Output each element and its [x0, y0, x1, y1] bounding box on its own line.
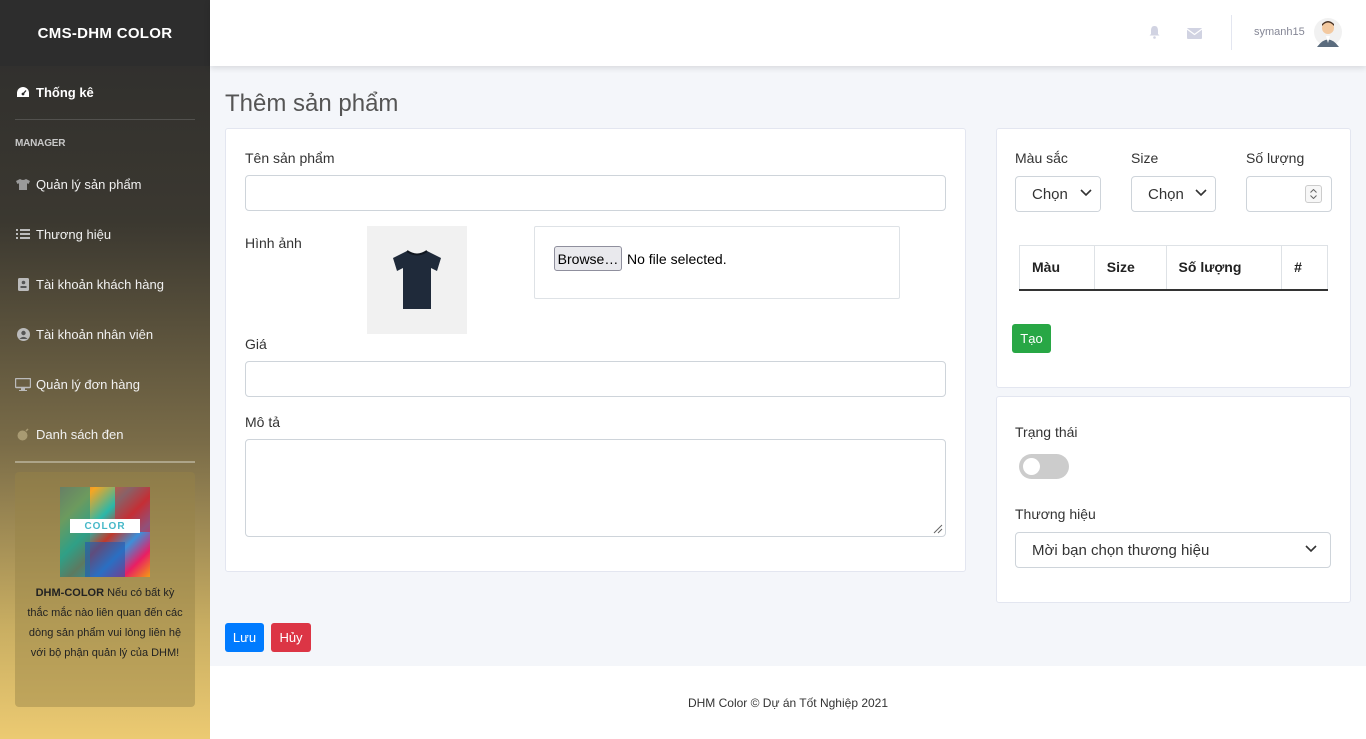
promo-logo: COLOR [70, 519, 140, 533]
sidebar: CMS-DHM COLOR Thống kê MANAGER Quản lý s… [0, 0, 210, 739]
save-button[interactable]: Lưu [225, 623, 264, 652]
tshirt-image [393, 250, 441, 309]
color-label: Màu sắc [1015, 150, 1068, 166]
browse-button[interactable]: Browse… [554, 246, 622, 271]
resize-handle-icon[interactable] [931, 522, 943, 534]
sidebar-item-blacklist[interactable]: Danh sách đen [0, 409, 210, 459]
file-status: No file selected. [627, 251, 727, 267]
sidebar-item-orders[interactable]: Quản lý đơn hàng [0, 359, 210, 409]
create-variant-button[interactable]: Tạo [1012, 324, 1051, 353]
sidebar-item-dashboard[interactable]: Thống kê [0, 66, 210, 119]
variant-table: Màu Size Số lượng # [1019, 245, 1328, 291]
cancel-button[interactable]: Hủy [271, 623, 311, 652]
promo-image: COLOR [60, 487, 150, 577]
sidebar-item-label: Thống kê [36, 85, 94, 100]
name-label: Tên sản phẩm [245, 150, 335, 166]
table-header-quantity: Số lượng [1165, 245, 1282, 291]
id-card-icon [15, 277, 31, 291]
avatar[interactable] [1314, 17, 1342, 47]
brand-select[interactable]: Mời bạn chọn thương hiệu [1015, 532, 1331, 568]
table-header-actions: # [1281, 245, 1328, 291]
sidebar-item-label: Danh sách đen [36, 426, 124, 442]
color-select[interactable]: Chọn màu [1015, 176, 1101, 212]
file-upload-box: Browse… No file selected. [534, 226, 900, 299]
size-label: Size [1131, 150, 1159, 166]
footer: DHM Color © Dự án Tốt Nghiệp 2021 [210, 666, 1366, 739]
toggle-knob [1023, 458, 1040, 475]
sidebar-item-label: Tài khoản nhân viên [36, 326, 154, 342]
chevron-down-icon [1305, 545, 1317, 553]
tshirt-icon [15, 177, 31, 191]
username[interactable]: symanh15 [1254, 26, 1305, 38]
sidebar-item-label: Thương hiệu [36, 226, 112, 242]
list-icon [15, 227, 31, 241]
variant-card: Màu sắc Size Số lượng Chọn màu Chọn size… [996, 128, 1351, 388]
description-textarea[interactable] [245, 439, 946, 537]
sidebar-item-staff-accounts[interactable]: Tài khoản nhân viên [0, 309, 210, 359]
table-header-color: Màu [1019, 245, 1095, 291]
sidebar-item-brands[interactable]: Thương hiệu [0, 209, 210, 259]
chevron-down-icon [1080, 189, 1092, 197]
bomb-icon [15, 427, 31, 441]
sidebar-item-label: Tài khoản khách hàng [36, 276, 164, 292]
envelope-icon[interactable] [1186, 26, 1203, 44]
product-form-card: Tên sản phẩm Hình ảnh Browse… No file se… [225, 128, 966, 572]
product-image-preview [367, 226, 467, 334]
page-title: Thêm sản phẩm [225, 90, 399, 117]
brand-label: Thương hiệu [1015, 506, 1096, 522]
bell-icon[interactable] [1148, 25, 1161, 44]
divider [15, 461, 195, 463]
brand-title[interactable]: CMS-DHM COLOR [0, 0, 210, 66]
promo-brand: DHM-COLOR [35, 587, 105, 599]
description-label: Mô tả [245, 414, 281, 430]
sidebar-item-label: Quản lý đơn hàng [36, 376, 140, 392]
desktop-icon [15, 377, 31, 391]
table-header-size: Size [1093, 245, 1167, 291]
size-select[interactable]: Chọn size [1131, 176, 1216, 212]
product-name-input[interactable] [245, 175, 946, 211]
status-toggle[interactable] [1019, 454, 1069, 479]
price-input[interactable] [245, 361, 946, 397]
sidebar-section-heading: MANAGER [15, 138, 66, 149]
status-card: Trạng thái Thương hiệu Mời bạn chọn thươ… [996, 396, 1351, 603]
topbar: symanh15 [210, 0, 1366, 66]
sidebar-item-customer-accounts[interactable]: Tài khoản khách hàng [0, 259, 210, 309]
status-label: Trạng thái [1015, 424, 1078, 440]
image-label: Hình ảnh [245, 235, 302, 251]
chevron-down-icon [1195, 189, 1207, 197]
user-circle-icon [15, 327, 31, 341]
promo-text: DHM-COLOR Nếu có bất kỳ thắc mắc nào liê… [15, 577, 195, 663]
sidebar-item-products[interactable]: Quản lý sản phẩm [0, 159, 210, 209]
topbar-divider [1231, 15, 1232, 50]
sidebar-item-label: Quản lý sản phẩm [36, 176, 142, 192]
price-label: Giá [245, 336, 267, 352]
sidebar-promo-card: COLOR DHM-COLOR Nếu có bất kỳ thắc mắc n… [15, 472, 195, 707]
quantity-stepper[interactable] [1305, 185, 1322, 203]
footer-text: DHM Color © Dự án Tốt Nghiệp 2021 [687, 695, 889, 710]
tachometer-icon [15, 86, 31, 100]
quantity-input[interactable] [1246, 176, 1332, 212]
quantity-label: Số lượng [1246, 150, 1305, 166]
